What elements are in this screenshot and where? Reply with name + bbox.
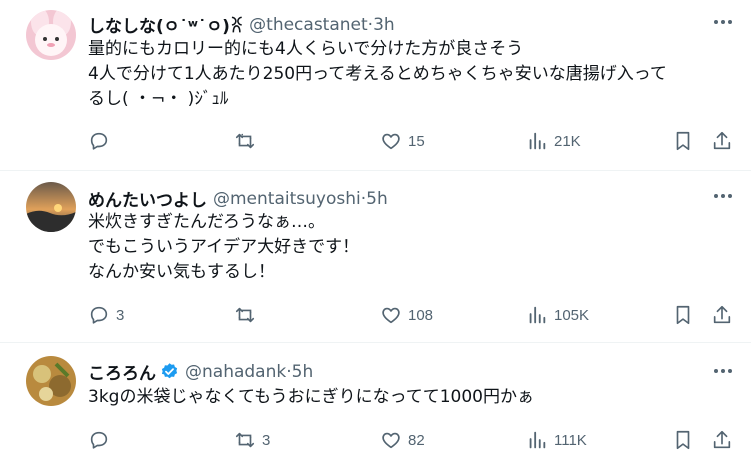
share-button[interactable]: [711, 428, 733, 452]
reply-icon: [90, 431, 108, 449]
user-handle[interactable]: @thecastanet: [249, 15, 368, 35]
reply-icon: [90, 306, 108, 324]
view-count: 105K: [554, 306, 590, 324]
more-options-button[interactable]: [709, 186, 737, 206]
tweet[interactable]: めんたいつよし @mentaitsuyoshi · 5h 米炊きすぎたんだろうな…: [0, 170, 751, 343]
tweet-text: 米炊きすぎたんだろうなぁ…。 でもこういうアイデア大好きです！ なんか安い気もす…: [88, 210, 731, 285]
share-icon: [713, 430, 731, 449]
tweet-text: 3kgの米袋じゃなくてもうおにぎりになってて1000円かぁ: [88, 385, 731, 410]
tweet-actions: 3 108 105K: [88, 303, 733, 327]
repost-button[interactable]: 3: [234, 428, 270, 452]
bookmark-button[interactable]: [672, 428, 694, 452]
display-name[interactable]: ころろん: [88, 359, 156, 384]
views-icon: [529, 431, 546, 449]
repost-button[interactable]: [234, 303, 262, 327]
tweet-text-line: 4人で分けて1人あたり250円って考えるとめちゃくちゃ安いな唐揚げ入って: [88, 64, 667, 84]
display-name[interactable]: めんたいつよし: [88, 186, 207, 211]
avatar[interactable]: [26, 10, 76, 60]
avatar[interactable]: [26, 356, 76, 406]
tweet-header: しなしな(ㅇ˙ʷ˙ㅇ)ꐦ @thecastanet · 3h: [88, 12, 395, 38]
views-button[interactable]: 21K: [526, 129, 581, 153]
view-count: 21K: [554, 132, 581, 150]
share-button[interactable]: [711, 129, 733, 153]
tweet-text-line: 量的にもカロリー的にも4人くらいで分けた方が良さそう: [88, 39, 524, 59]
tweet-header: ころろん @nahadank · 5h: [88, 359, 314, 385]
more-icon: [714, 194, 732, 198]
tweet-text-line: るし( ・¬・ )ｼﾞｭﾙ: [88, 89, 229, 109]
repost-icon: [235, 432, 255, 448]
tweet-text-line: 3kgの米袋じゃなくてもうおにぎりになってて1000円かぁ: [88, 387, 534, 407]
like-button[interactable]: 15: [380, 129, 425, 153]
user-handle[interactable]: @mentaitsuyoshi: [213, 189, 361, 209]
like-icon: [382, 133, 400, 150]
like-count: 82: [408, 431, 425, 449]
bookmark-button[interactable]: [672, 129, 694, 153]
like-button[interactable]: 82: [380, 428, 425, 452]
reply-icon: [90, 132, 108, 150]
repost-icon: [235, 307, 255, 323]
tweet-actions: 3 82 111K: [88, 428, 733, 452]
avatar[interactable]: [26, 182, 76, 232]
views-button[interactable]: 111K: [526, 428, 587, 452]
repost-icon: [235, 133, 255, 149]
like-count: 15: [408, 132, 425, 150]
views-icon: [529, 132, 546, 150]
like-button[interactable]: 108: [380, 303, 433, 327]
share-button[interactable]: [711, 303, 733, 327]
bookmark-icon: [676, 305, 690, 325]
view-count: 111K: [554, 431, 587, 449]
like-icon: [382, 307, 400, 324]
bookmark-icon: [676, 430, 690, 450]
more-options-button[interactable]: [709, 361, 737, 381]
like-count: 108: [408, 306, 434, 324]
tweet-text-line: でもこういうアイデア大好きです！: [88, 237, 360, 257]
share-icon: [713, 131, 731, 150]
tweet-text-line: なんか安い気もするし！: [88, 262, 275, 282]
views-icon: [529, 306, 546, 324]
display-name[interactable]: しなしな(ㅇ˙ʷ˙ㅇ)ꐦ: [88, 12, 243, 37]
bookmark-button[interactable]: [672, 303, 694, 327]
tweet[interactable]: しなしな(ㅇ˙ʷ˙ㅇ)ꐦ @thecastanet · 3h 量的にもカロリー的…: [0, 0, 751, 171]
user-handle[interactable]: @nahadank: [185, 362, 286, 382]
more-options-button[interactable]: [709, 12, 737, 32]
more-icon: [714, 369, 732, 373]
timestamp[interactable]: 3h: [373, 15, 395, 35]
reply-button[interactable]: 3: [88, 303, 124, 327]
like-icon: [382, 432, 400, 449]
more-icon: [714, 20, 732, 24]
bookmark-icon: [676, 131, 690, 151]
reply-button[interactable]: [88, 428, 116, 452]
verified-icon: [161, 363, 178, 379]
reply-button[interactable]: [88, 129, 116, 153]
tweet-actions: 15 21K: [88, 129, 733, 153]
tweet-text-line: 米炊きすぎたんだろうなぁ…。: [88, 212, 325, 232]
views-button[interactable]: 105K: [526, 303, 589, 327]
timestamp[interactable]: 5h: [366, 189, 388, 209]
reply-count: 3: [116, 306, 125, 324]
repost-button[interactable]: [234, 129, 262, 153]
tweet-header: めんたいつよし @mentaitsuyoshi · 5h: [88, 186, 388, 212]
tweet[interactable]: ころろん @nahadank · 5h 3kgの米袋じゃなくてもうおにぎりになっ…: [0, 342, 751, 466]
tweet-text: 量的にもカロリー的にも4人くらいで分けた方が良さそう 4人で分けて1人あたり25…: [88, 37, 731, 112]
timestamp[interactable]: 5h: [292, 362, 314, 382]
repost-count: 3: [262, 431, 271, 449]
share-icon: [713, 305, 731, 324]
